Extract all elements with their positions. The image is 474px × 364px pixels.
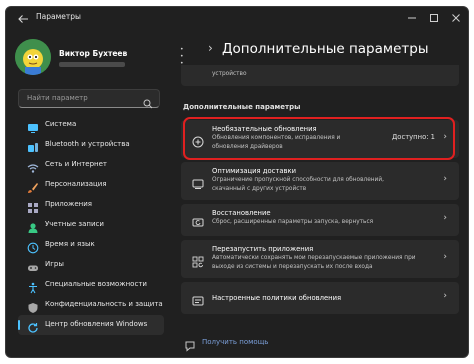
restart-apps-card[interactable]: Перезапустить приложения Автоматически с… (181, 240, 459, 278)
settings-window: Параметры Виктор Бухтеев Найти параметр … (5, 6, 469, 358)
sidebar-item-label: Время и язык (45, 240, 95, 248)
chevron-right-icon: › (443, 213, 447, 223)
search-icon (143, 94, 153, 109)
user-name: Виктор Бухтеев (59, 49, 128, 58)
delivery-optimization-card[interactable]: Оптимизация доставки Ограничение пропуск… (181, 162, 459, 200)
search-placeholder: Найти параметр (27, 94, 88, 102)
title-bar: Параметры (6, 7, 468, 29)
sidebar-item-privacy[interactable]: Конфиденциальность и защита (18, 295, 164, 315)
sidebar-item-label: Учетные записи (45, 220, 104, 228)
delivery-icon (192, 175, 204, 189)
sidebar-nav: Система Bluetooth и устройства Сеть и Ин… (18, 115, 164, 335)
restart-apps-icon (192, 253, 204, 268)
accessibility-icon (27, 279, 39, 294)
sidebar-item-time-language[interactable]: Время и язык (18, 235, 164, 255)
recovery-card[interactable]: Восстановление Сброс, расширенные параме… (181, 204, 459, 236)
sidebar-item-accounts[interactable]: Учетные записи (18, 215, 164, 235)
user-profile[interactable]: Виктор Бухтеев (15, 39, 163, 79)
card-description: Сброс, расширенные параметры запуска, ве… (212, 219, 374, 225)
card-description: Ограничение пропускной способности для о… (212, 177, 384, 192)
globe-clock-icon (27, 239, 39, 254)
wifi-icon (27, 159, 39, 173)
card-title: Восстановление (212, 209, 271, 217)
sidebar-item-accessibility[interactable]: Специальные возможности (18, 275, 164, 295)
maximize-button[interactable] (425, 10, 443, 25)
page-title: Дополнительные параметры (222, 41, 429, 57)
monitor-icon (27, 119, 39, 133)
back-arrow-icon[interactable] (16, 11, 30, 25)
sidebar-item-bluetooth[interactable]: Bluetooth и устройства (18, 135, 164, 155)
chevron-right-icon: › (443, 174, 447, 184)
sidebar-item-system[interactable]: Система (18, 115, 164, 135)
sidebar-item-label: Игры (45, 260, 64, 268)
sidebar-item-apps[interactable]: Приложения (18, 195, 164, 215)
recovery-icon (192, 214, 204, 227)
sidebar-item-label: Конфиденциальность и защита (45, 300, 163, 308)
minimize-button[interactable] (403, 10, 421, 25)
sidebar-item-windows-update[interactable]: Центр обновления Windows (18, 315, 164, 335)
highlight-annotation (183, 117, 455, 160)
sidebar-item-label: Система (45, 120, 77, 128)
section-heading: Дополнительные параметры (183, 103, 301, 111)
scrolled-card[interactable]: устройство (181, 65, 459, 86)
get-help-link[interactable]: Получить помощь (184, 337, 268, 356)
user-email-redacted (59, 62, 125, 67)
brush-icon (27, 179, 39, 193)
gamepad-icon (27, 259, 39, 271)
sidebar-item-label: Bluetooth и устройства (45, 140, 130, 148)
breadcrumb-overflow-button[interactable]: • • • (180, 46, 185, 67)
close-button[interactable] (447, 10, 465, 25)
sidebar-item-network[interactable]: Сеть и Интернет (18, 155, 164, 175)
shield-icon (27, 299, 39, 313)
window-title: Параметры (36, 12, 81, 21)
card-title: Оптимизация доставки (212, 167, 297, 175)
avatar (15, 39, 51, 75)
sidebar-item-label: Центр обновления Windows (45, 320, 148, 328)
person-icon (27, 219, 39, 233)
help-icon (184, 337, 196, 356)
sidebar-item-label: Приложения (45, 200, 92, 208)
card-description: устройство (212, 71, 247, 77)
chevron-right-icon: › (443, 291, 447, 301)
sidebar-item-label: Сеть и Интернет (45, 160, 107, 168)
search-input[interactable]: Найти параметр (18, 89, 160, 109)
policy-icon (192, 292, 204, 306)
sidebar-item-gaming[interactable]: Игры (18, 255, 164, 275)
update-icon (27, 319, 39, 333)
apps-icon (27, 199, 39, 213)
sidebar-item-label: Персонализация (45, 180, 107, 188)
breadcrumb-separator: › (208, 41, 213, 55)
bluetooth-icon (27, 139, 39, 152)
sidebar-item-label: Специальные возможности (45, 280, 147, 288)
update-policies-card[interactable]: Настроенные политики обновления › (181, 282, 459, 314)
sidebar-item-personalization[interactable]: Персонализация (18, 175, 164, 195)
chevron-right-icon: › (443, 252, 447, 262)
help-link-label: Получить помощь (202, 338, 269, 346)
card-title: Перезапустить приложения (212, 245, 314, 253)
card-description: Автоматически сохранять мои перезапускае… (212, 255, 416, 270)
card-title: Настроенные политики обновления (212, 294, 342, 302)
